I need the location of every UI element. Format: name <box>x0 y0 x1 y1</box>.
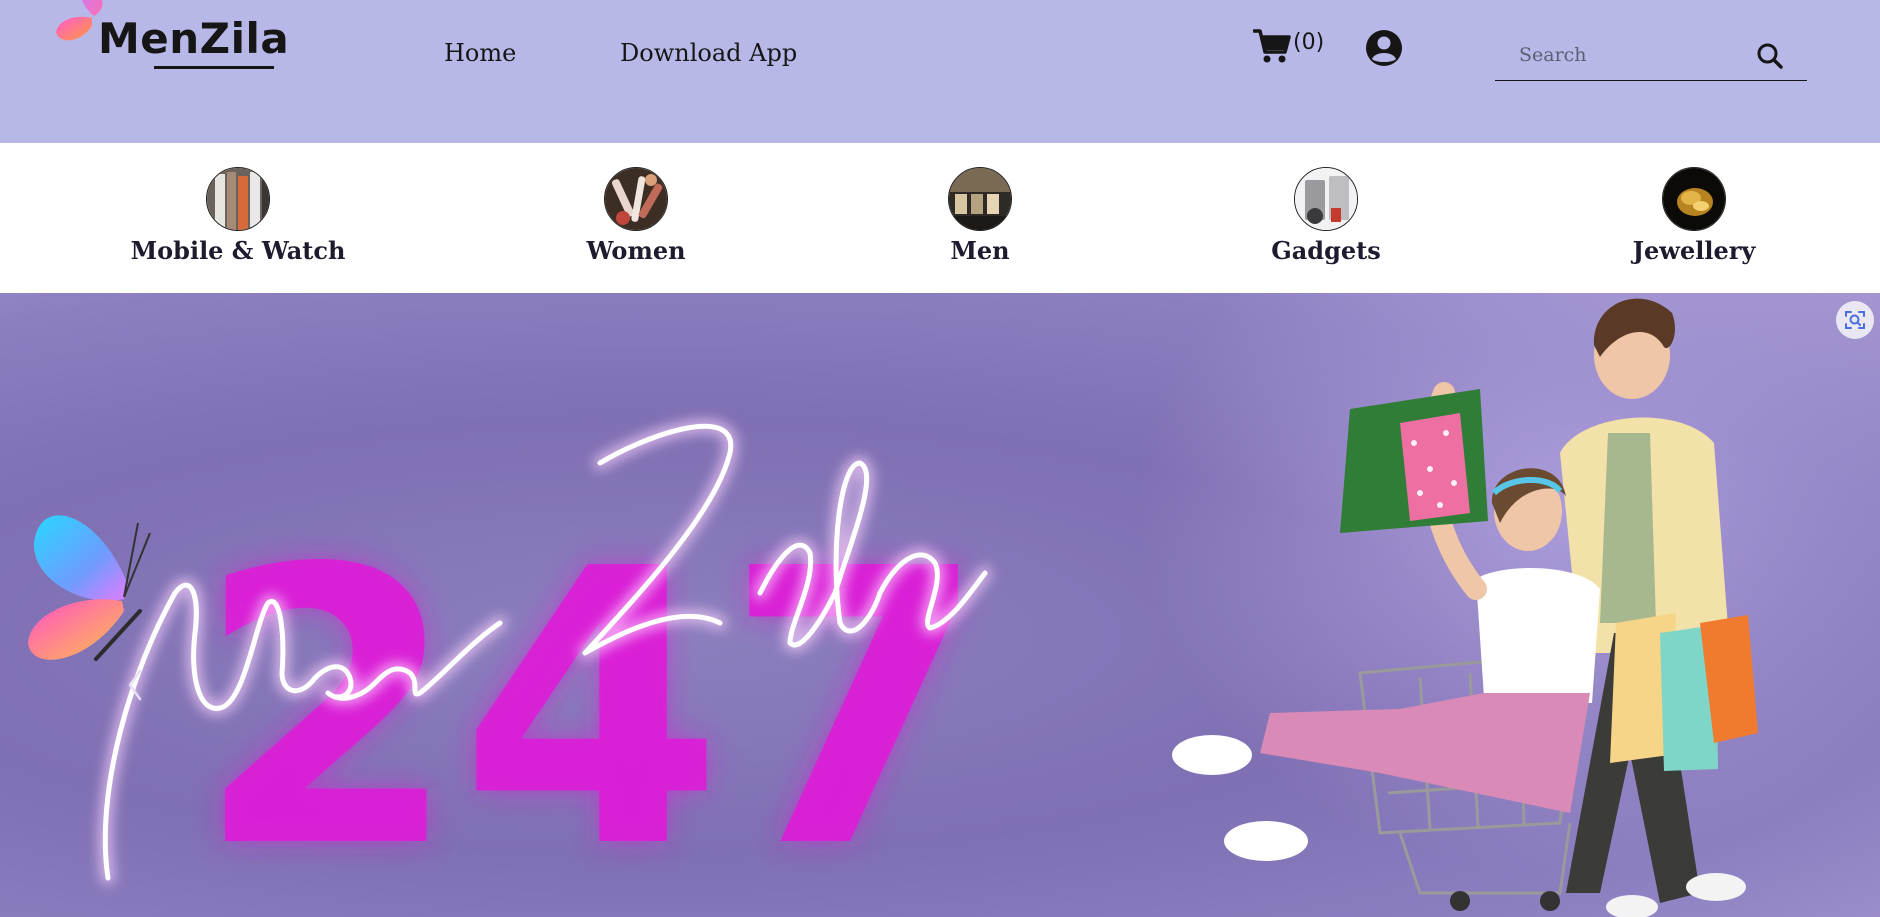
category-thumbnail <box>1662 167 1726 231</box>
category-label: Jewellery <box>1632 236 1756 265</box>
category-jewellery[interactable]: Jewellery <box>1584 167 1804 267</box>
account-button[interactable] <box>1365 29 1403 71</box>
shopping-cart-icon <box>1253 29 1291 63</box>
search-icon <box>1757 43 1783 69</box>
butterfly-icon <box>28 515 151 661</box>
cart-button[interactable]: (0) <box>1253 28 1324 64</box>
logo-wordmark: MenZila <box>98 14 290 63</box>
category-men[interactable]: Men <box>870 167 1090 267</box>
category-thumbnail <box>1294 167 1358 231</box>
nav-home-link[interactable]: Home <box>444 38 516 68</box>
category-thumbnail <box>604 167 668 231</box>
category-label: Mobile & Watch <box>130 236 346 265</box>
category-women[interactable]: Women <box>526 167 746 267</box>
category-thumbnail <box>948 167 1012 231</box>
visual-search-icon <box>1845 311 1865 329</box>
nav-download-app-link[interactable]: Download App <box>620 38 797 68</box>
category-label: Men <box>950 236 1010 265</box>
neon-247-text: 247 247 <box>195 488 988 917</box>
visual-search-button[interactable] <box>1836 301 1874 339</box>
category-gadgets[interactable]: Gadgets <box>1216 167 1436 267</box>
chevron-left-icon <box>128 669 142 701</box>
category-label: Gadgets <box>1271 236 1381 265</box>
logo-underline <box>154 66 274 69</box>
category-thumbnail <box>206 167 270 231</box>
search-button[interactable] <box>1753 40 1787 74</box>
carousel-prev-button[interactable] <box>118 663 152 707</box>
category-label: Women <box>586 236 686 265</box>
search-bar <box>1495 36 1807 81</box>
category-mobile-watch[interactable]: Mobile & Watch <box>128 167 348 267</box>
user-circle-icon <box>1366 30 1402 66</box>
category-bar: Mobile & Watch Women Men Gadgets Jewelle… <box>0 143 1880 293</box>
cart-count: (0) <box>1293 30 1325 55</box>
hero-carousel: 247 247 <box>0 293 1880 917</box>
site-header: MenZila Home Download App (0) <box>0 0 1880 143</box>
svg-text:247: 247 <box>195 488 988 917</box>
search-input[interactable] <box>1519 40 1759 70</box>
hero-banner-image: 247 247 <box>28 293 1880 917</box>
site-logo[interactable]: MenZila <box>56 0 290 80</box>
